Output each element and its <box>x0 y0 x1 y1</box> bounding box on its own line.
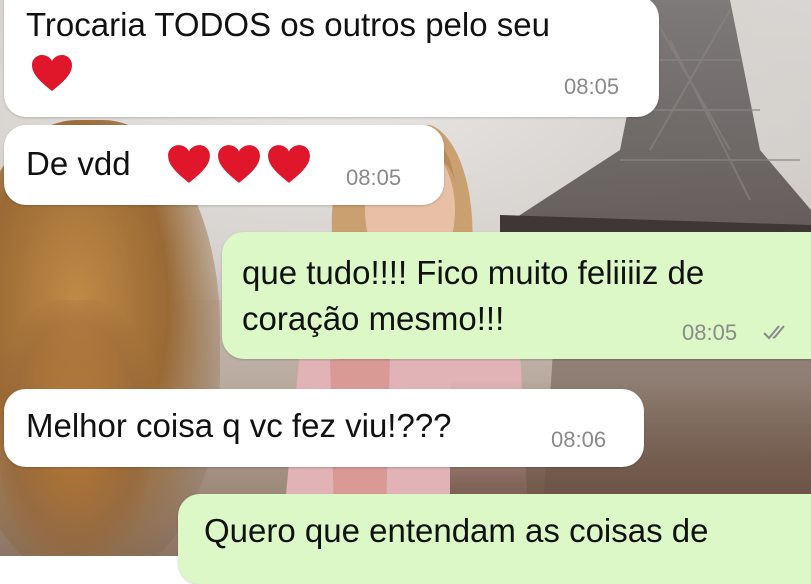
heart-emoji-icon <box>218 145 260 184</box>
message-text: De vdd <box>26 145 131 182</box>
message-text: Melhor coisa q vc fez viu!??? <box>26 407 452 444</box>
message-text-line: coração mesmo!!! <box>242 300 505 337</box>
message-timestamp: 08:05 <box>564 74 620 99</box>
heart-emoji-row <box>30 50 78 93</box>
message-timestamp: 08:05 <box>682 320 738 345</box>
incoming-message[interactable]: Trocaria TODOS os outros pelo seu 08:05 <box>4 0 659 117</box>
message-timestamp: 08:06 <box>551 427 607 452</box>
incoming-message[interactable]: Melhor coisa q vc fez viu!??? 08:06 <box>4 389 644 467</box>
message-timestamp: 08:05 <box>346 165 402 190</box>
outgoing-message[interactable]: que tudo!!!! Fico muito feliiiiz de cora… <box>222 232 811 359</box>
heart-emoji-row <box>166 141 316 185</box>
heart-emoji-icon <box>168 145 210 184</box>
heart-emoji-icon <box>32 55 72 92</box>
incoming-message[interactable]: De vdd 08:05 <box>4 125 444 205</box>
message-text: Trocaria TODOS os outros pelo seu <box>26 6 550 43</box>
heart-emoji-icon <box>268 145 310 184</box>
double-check-icon <box>763 325 785 340</box>
message-text: Quero que entendam as coisas de <box>204 512 709 549</box>
outgoing-message[interactable]: Quero que entendam as coisas de <box>178 494 811 584</box>
message-text-line: que tudo!!!! Fico muito feliiiiz de <box>242 254 705 291</box>
